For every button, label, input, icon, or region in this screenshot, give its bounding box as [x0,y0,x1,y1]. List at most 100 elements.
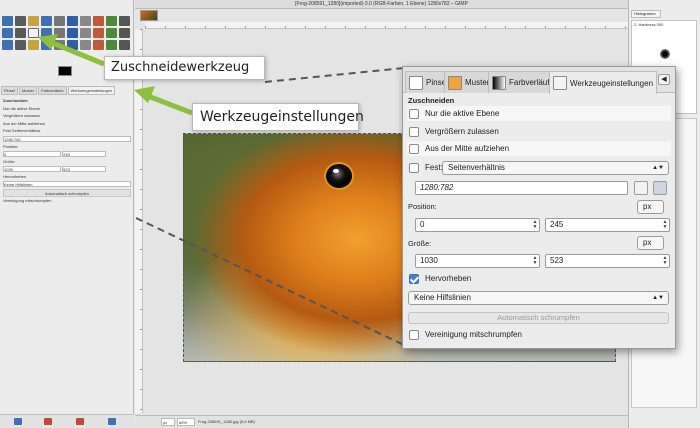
tool-icon[interactable] [2,16,13,26]
small-tab-patterns[interactable]: Muster [18,86,38,95]
tab-patterns[interactable]: Muster [444,71,494,93]
tool-icon[interactable] [28,16,39,26]
allow-growing-checkbox[interactable] [409,126,419,137]
small-fixed[interactable]: Fest [3,128,11,133]
small-auto-shrink-button[interactable]: Automatisch schrumpfen [3,189,131,197]
tool-icon[interactable] [67,40,78,50]
only-active-layer-checkbox[interactable] [409,108,419,119]
tool-icon[interactable] [2,40,13,50]
tab-tool-options[interactable]: Werkzeugeinstellungen [549,71,658,94]
delete-options-icon[interactable] [76,418,84,425]
tool-icon[interactable] [41,40,52,50]
landscape-icon[interactable] [653,181,667,195]
small-aspect[interactable]: Seitenverhältnis [12,128,40,133]
tool-icon[interactable] [15,40,26,50]
small-pos-x[interactable]: 0 [3,151,61,157]
small-tab-brushes[interactable]: Pinsel [1,86,18,95]
only-active-layer-row[interactable]: Nur die aktive Ebene [407,106,671,121]
expand-center-row[interactable]: Aus der Mitte aufziehen [407,141,671,156]
tool-icon[interactable] [93,28,104,38]
image-tab-thumbnail[interactable] [140,10,158,21]
small-size-w[interactable]: 1030 [3,166,61,172]
fixed-label: Fest: [425,163,443,172]
highlight-checkbox[interactable] [409,273,419,284]
tool-icon[interactable] [67,16,78,26]
small-tab-tool-options[interactable]: Werkzeugeinstellungen [67,86,116,95]
vertical-ruler[interactable] [135,29,143,413]
tool-icon[interactable] [93,16,104,26]
small-tab-gradients[interactable]: Farbverläufe [38,86,67,95]
small-size-h[interactable]: 523 [62,166,107,172]
small-expand-center[interactable]: Aus der Mitte aufziehen [3,120,131,128]
tool-icon[interactable] [106,40,117,50]
ratio-input[interactable]: 1280:782 [415,181,628,195]
tool-icon[interactable] [41,16,52,26]
guides-select[interactable]: Keine Hilfslinien ▲▼ [408,291,669,305]
fixed-aspect-select[interactable]: Seitenverhältnis ▲▼ [442,161,669,175]
tool-icon[interactable] [93,40,104,50]
position-y-input[interactable]: 245 ▲ ▼ [545,218,670,232]
spin-arrows-icon[interactable]: ▲ ▼ [532,220,538,230]
size-height-input[interactable]: 523 ▲ ▼ [545,254,670,268]
tool-icon[interactable] [119,28,130,38]
expand-center-checkbox[interactable] [409,143,419,154]
allow-growing-row[interactable]: Vergrößern zulassen [407,124,671,139]
tool-icon[interactable] [15,16,26,26]
small-guides-select[interactable]: Keine Hilfslinien [3,181,131,187]
small-position-label: Position: [3,143,19,149]
restore-options-icon[interactable] [44,418,52,425]
tool-icon[interactable] [28,40,39,50]
small-fixed-row[interactable]: Fest Seitenverhältnis [3,127,131,135]
tool-icon[interactable] [119,40,130,50]
brush-preview-icon[interactable] [660,49,670,59]
zoom-select[interactable]: 66% [177,418,195,426]
tool-icon[interactable] [54,16,65,26]
position-x-input[interactable]: 0 ▲ ▼ [415,218,540,232]
small-shrink-merged[interactable]: Vereinigung mitschrumpfen [3,197,131,205]
portrait-icon[interactable] [634,181,648,195]
spin-arrows-icon[interactable]: ▲ ▼ [662,220,668,230]
spin-arrows-icon[interactable]: ▲ ▼ [532,256,538,266]
small-pos-y[interactable]: 245 [62,151,107,157]
small-ratio-field[interactable]: 1280:782 [3,135,131,142]
tab-gradients[interactable]: Farbverläufe [488,71,558,93]
tool-icon[interactable] [80,40,91,50]
window-title: [Frog-208591_1280](imported)-3.0 (RGB-Fa… [135,0,628,9]
small-highlight[interactable]: Hervorheben [3,173,131,181]
tool-icon[interactable] [80,16,91,26]
tool-icon[interactable] [80,28,91,38]
crop-tool-icon[interactable] [28,28,39,38]
reset-options-icon[interactable] [108,418,116,425]
highlight-row[interactable]: Hervorheben [407,271,671,286]
tool-icon[interactable] [54,28,65,38]
spin-arrows-icon[interactable]: ▲ ▼ [662,256,668,266]
unit-select[interactable]: px [161,418,175,426]
tool-icon[interactable] [106,16,117,26]
tab-menu-button[interactable]: ◀ [658,74,670,85]
tool-icon[interactable] [41,28,52,38]
save-options-icon[interactable] [14,418,22,425]
tool-icon[interactable] [2,28,13,38]
dock-tab-histogram[interactable]: Histogramm [631,10,661,18]
small-only-active-layer[interactable]: Nur die aktive Ebene [3,105,131,113]
tool-icon[interactable] [119,16,130,26]
tool-icon[interactable] [106,28,117,38]
small-size-label: Größe: [3,158,16,164]
small-dock-tabs: Pinsel Muster Farbverläufe Werkzeugeinst… [0,86,134,95]
tool-icon[interactable] [54,40,65,50]
tool-icon[interactable] [67,28,78,38]
small-allow-growing[interactable]: Vergrößern zulassen [3,112,131,120]
horizontal-ruler[interactable] [145,22,628,29]
size-width-input[interactable]: 1030 ▲ ▼ [415,254,540,268]
shrink-merged-row[interactable]: Vereinigung mitschrumpfen [407,327,671,342]
size-unit-select[interactable]: px [637,236,664,250]
updown-arrows-icon: ▲▼ [652,165,664,171]
fixed-checkbox[interactable] [409,162,419,173]
crop-tool-icon [553,76,567,90]
position-unit-select[interactable]: px [637,200,664,214]
shrink-merged-checkbox[interactable] [409,329,419,340]
tab-gradients-label: Farbverläufe [509,78,554,87]
tool-icon[interactable] [15,28,26,38]
foreground-color[interactable] [58,66,72,76]
auto-shrink-button[interactable]: Automatisch schrumpfen [408,312,669,324]
